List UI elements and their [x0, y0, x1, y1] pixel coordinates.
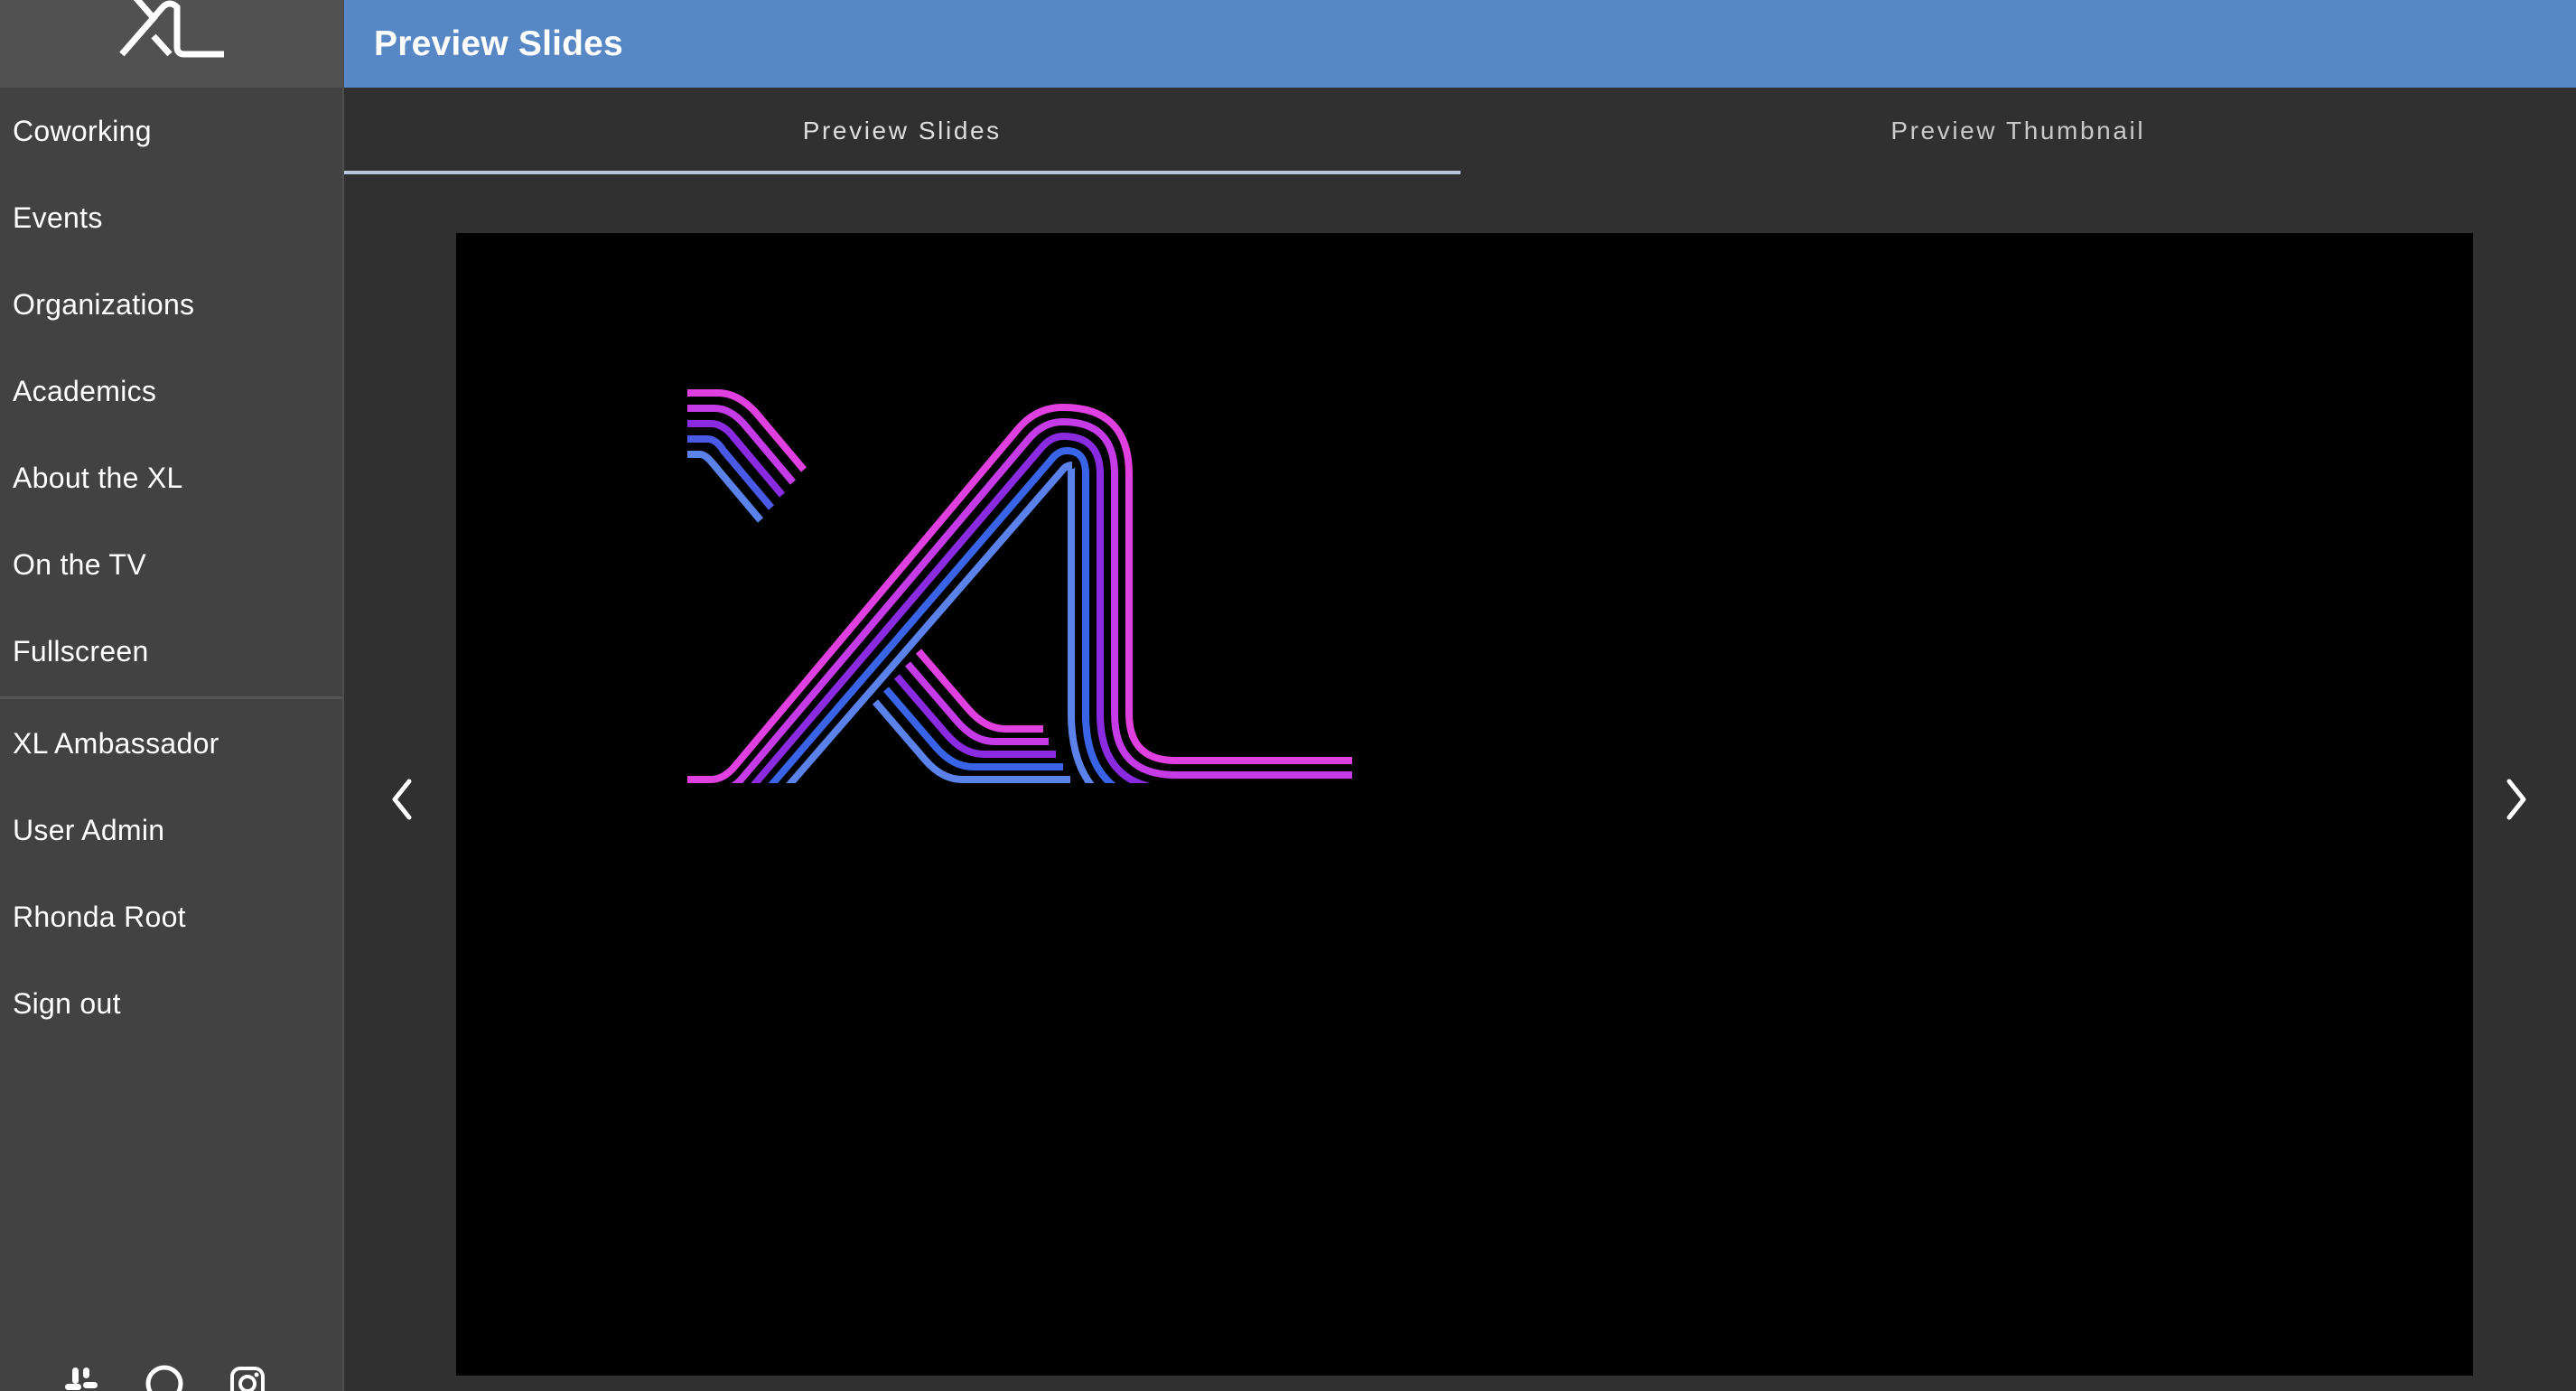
sidebar-item-on-the-tv[interactable]: On the TV — [0, 521, 342, 608]
sidebar-item-about[interactable]: About the XL — [0, 434, 342, 521]
sidebar-item-sign-out[interactable]: Sign out — [0, 960, 342, 1047]
sidebar-item-organizations[interactable]: Organizations — [0, 261, 342, 348]
sidebar-account-nav: XL Ambassador User Admin Rhonda Root Sig… — [0, 700, 342, 1047]
sidebar: Coworking Events Organizations Academics… — [0, 0, 344, 1391]
chevron-right-icon — [2506, 779, 2526, 820]
slide-xl-logo — [684, 386, 1357, 834]
xl-logo-icon[interactable] — [117, 0, 226, 60]
sidebar-item-xl-ambassador[interactable]: XL Ambassador — [0, 700, 342, 787]
page-title: Preview Slides — [374, 23, 623, 63]
tab-bar: Preview Slides Preview Thumbnail — [344, 88, 2576, 174]
sidebar-item-events[interactable]: Events — [0, 174, 342, 261]
next-slide-button[interactable] — [2489, 772, 2543, 826]
sidebar-item-fullscreen[interactable]: Fullscreen — [0, 608, 342, 695]
sidebar-divider — [0, 696, 342, 699]
sidebar-logo-area — [0, 0, 342, 88]
sidebar-item-user-admin[interactable]: User Admin — [0, 787, 342, 873]
chevron-left-icon — [392, 779, 412, 820]
tab-preview-slides[interactable]: Preview Slides — [344, 88, 1461, 174]
app-bar: Preview Slides — [344, 0, 2576, 88]
sidebar-item-coworking[interactable]: Coworking — [0, 88, 342, 174]
sidebar-item-academics[interactable]: Academics — [0, 348, 342, 434]
instagram-icon[interactable] — [224, 1360, 271, 1391]
sidebar-item-profile[interactable]: Rhonda Root — [0, 873, 342, 960]
slack-icon[interactable] — [58, 1360, 105, 1391]
social-links — [58, 1360, 271, 1391]
tab-preview-thumbnail[interactable]: Preview Thumbnail — [1461, 88, 2576, 174]
github-icon[interactable] — [141, 1360, 188, 1391]
sidebar-nav: Coworking Events Organizations Academics… — [0, 88, 342, 695]
previous-slide-button[interactable] — [375, 772, 429, 826]
